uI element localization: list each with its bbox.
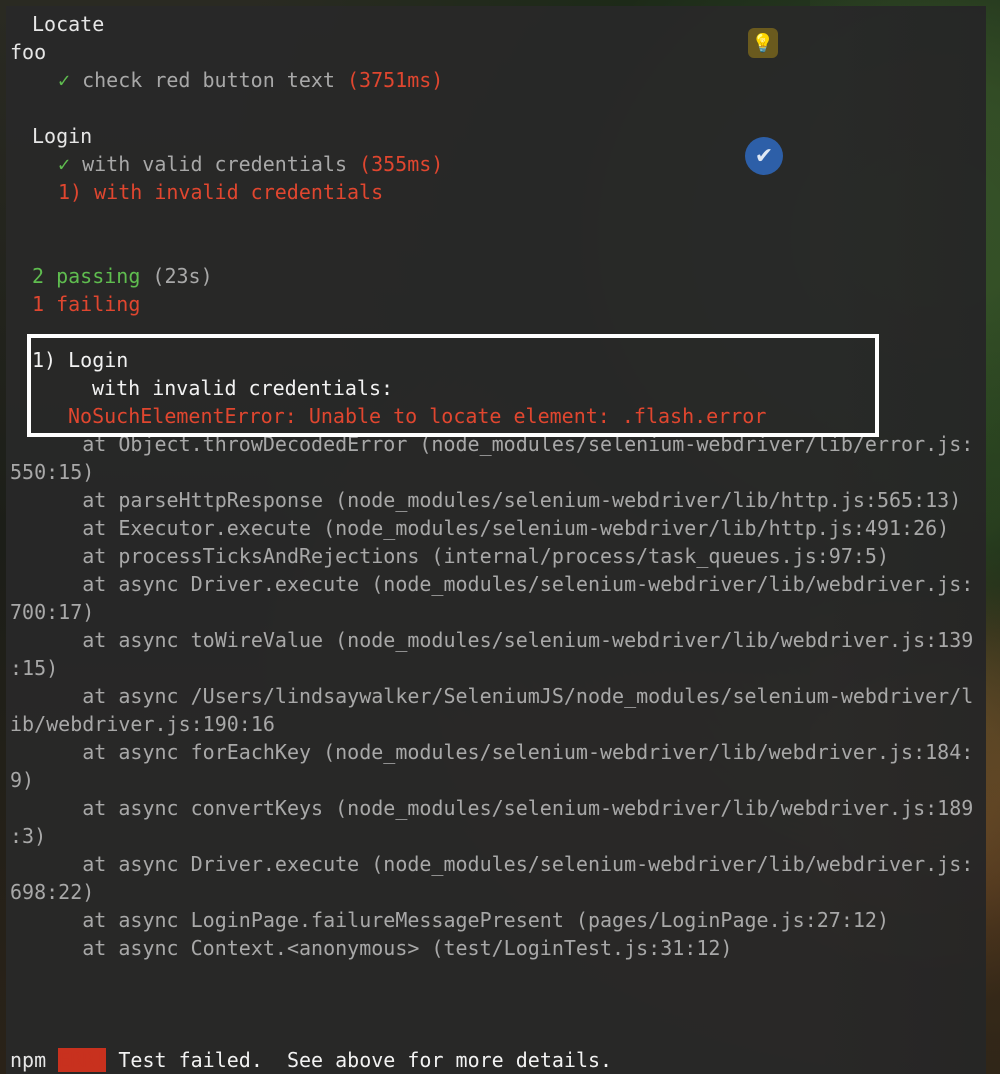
suite-title-locate: Locate: [6, 10, 104, 38]
test-label: check red button text: [82, 68, 335, 92]
summary-passing: 2 passing (23s): [6, 262, 213, 290]
stack-trace-line: :3): [10, 824, 47, 848]
npm-error-line: npm ERR! Test failed. See above for more…: [6, 1046, 612, 1074]
foo-text: foo: [10, 40, 47, 64]
stack-trace-line: at async Driver.execute (node_modules/se…: [10, 852, 974, 876]
test-duration: (355ms): [359, 152, 444, 176]
npm-err-badge: ERR!: [58, 1048, 107, 1072]
npm-error-message: Test failed. See above for more details.: [118, 1048, 613, 1072]
annotation-highlight-box: [27, 334, 879, 437]
stack-trace-line: ib/webdriver.js:190:16: [10, 712, 275, 736]
test-label: with valid credentials: [82, 152, 347, 176]
stack-trace-line: at async Context.<anonymous> (test/Login…: [10, 936, 733, 960]
failing-count: 1 failing: [32, 292, 141, 316]
checkmark-icon[interactable]: ✔: [745, 137, 783, 175]
failing-test-label: 1) with invalid credentials: [58, 180, 384, 204]
test-result-failing: 1) with invalid credentials: [6, 178, 383, 206]
stack-trace-line: 9): [10, 768, 35, 792]
pass-check-icon: ✓: [58, 68, 71, 92]
stack-trace-line: at processTicksAndRejections (internal/p…: [10, 544, 889, 568]
suite-login-text: Login: [32, 124, 93, 148]
stack-trace-line: at async convertKeys (node_modules/selen…: [10, 796, 974, 820]
stack-trace-line: 700:17): [10, 600, 95, 624]
suite-title-login: Login: [6, 122, 92, 150]
summary-failing: 1 failing: [6, 290, 140, 318]
stack-trace-line: at async /Users/lindsaywalker/SeleniumJS…: [10, 684, 974, 708]
terminal-window[interactable]: Locate foo ✓ check red button text (3751…: [6, 6, 986, 1074]
stack-trace-line: at async toWireValue (node_modules/selen…: [10, 628, 974, 652]
npm-prefix: npm: [10, 1048, 47, 1072]
stack-trace-line: at parseHttpResponse (node_modules/selen…: [10, 488, 962, 512]
passing-count: 2 passing: [32, 264, 141, 288]
stack-trace-line: at async forEachKey (node_modules/seleni…: [10, 740, 974, 764]
stack-trace-line: at Executor.execute (node_modules/seleni…: [10, 516, 950, 540]
stack-trace-line: at async Driver.execute (node_modules/se…: [10, 572, 974, 596]
stack-trace-line: :15): [10, 656, 59, 680]
stack-trace-line: 550:15): [10, 460, 95, 484]
stack-trace-line: 698:22): [10, 880, 95, 904]
passing-duration: (23s): [152, 264, 213, 288]
test-result-passing: ✓ with valid credentials (355ms): [6, 150, 443, 178]
pass-check-icon: ✓: [58, 152, 71, 176]
lightbulb-icon[interactable]: 💡: [748, 28, 778, 58]
stack-trace-line: at async LoginPage.failureMessagePresent…: [10, 908, 889, 932]
console-output-foo: foo: [6, 38, 46, 66]
suite-locate-text: Locate: [32, 12, 105, 36]
test-duration: (3751ms): [347, 68, 444, 92]
test-result-passing: ✓ check red button text (3751ms): [6, 66, 443, 94]
